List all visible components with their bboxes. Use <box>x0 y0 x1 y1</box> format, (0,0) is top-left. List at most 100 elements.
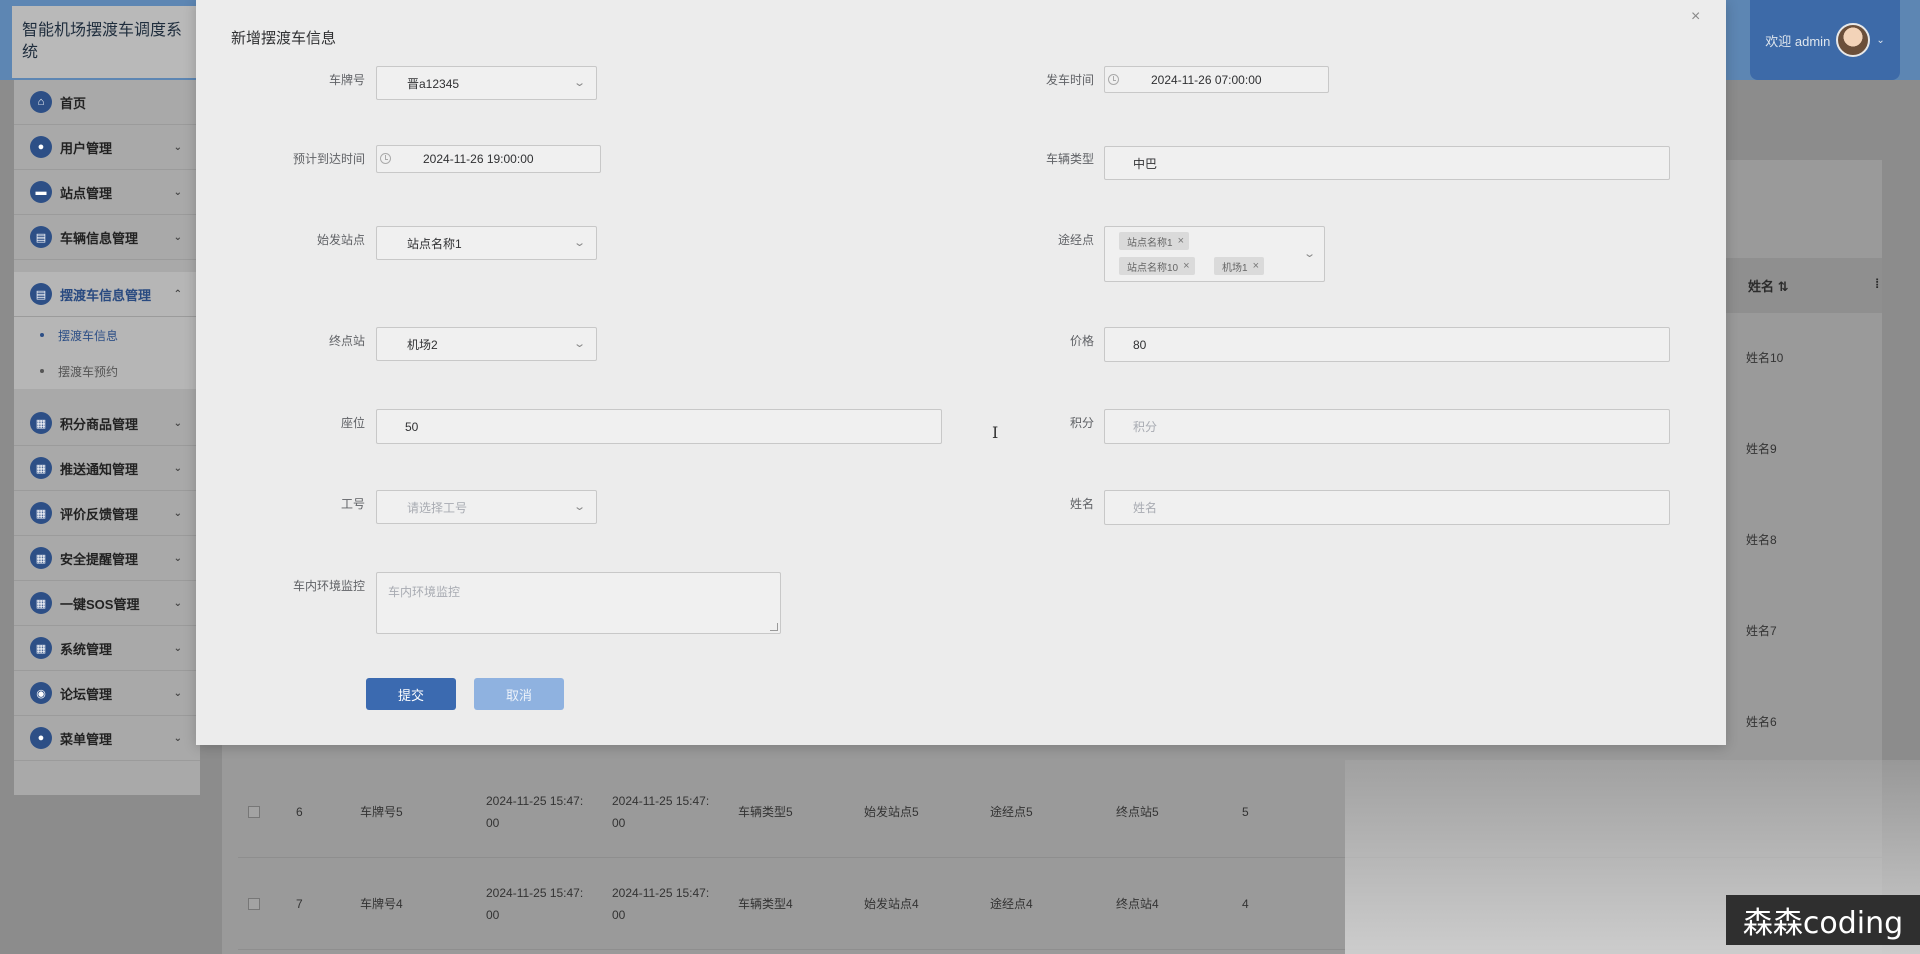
sidebar-item-feedback[interactable]: ▦ 评价反馈管理 ⌄ <box>14 491 200 536</box>
sidebar-item-label: 菜单管理 <box>60 731 113 747</box>
row-arrive-time: 2024-11-25 15:47: 00 <box>612 886 710 922</box>
vehicle-icon: ▤ <box>30 226 52 248</box>
table-cell-name: 姓名9 <box>1746 442 1777 456</box>
sidebar-item-menu[interactable]: ● 菜单管理 ⌄ <box>14 716 200 761</box>
depart-time-picker[interactable]: 2024-11-26 07:00:00 <box>1104 66 1329 93</box>
row-plate: 车牌号4 <box>360 897 403 911</box>
arrive-time-picker[interactable]: 2024-11-26 19:00:00 <box>376 145 601 173</box>
start-station-label: 始发站点 <box>316 233 365 247</box>
chevron-down-icon: ⌄ <box>173 417 182 429</box>
name-input[interactable]: 姓名 <box>1104 490 1670 525</box>
sidebar-item-system[interactable]: ▦ 系统管理 ⌄ <box>14 626 200 671</box>
work-no-label: 工号 <box>340 497 365 511</box>
name-placeholder: 姓名 <box>1133 501 1158 515</box>
sidebar-item-label: 积分商品管理 <box>60 416 139 432</box>
sidebar-item-label: 首页 <box>60 95 87 111</box>
sidebar-item-label: 一键SOS管理 <box>60 596 140 612</box>
sidebar-item-vehicles[interactable]: ▤ 车辆信息管理 ⌄ <box>14 215 200 260</box>
depart-time-value: 2024-11-26 07:00:00 <box>1151 72 1262 87</box>
safety-icon: ▦ <box>30 547 52 569</box>
points-placeholder: 积分 <box>1133 420 1158 434</box>
end-station-value: 机场2 <box>407 337 438 352</box>
chevron-down-icon: ⌄ <box>1876 34 1885 46</box>
work-no-placeholder: 请选择工号 <box>407 500 468 515</box>
system-icon: ▦ <box>30 637 52 659</box>
station-icon: ▬ <box>30 181 52 203</box>
sidebar-item-label: 推送通知管理 <box>60 461 139 477</box>
sos-icon: ▦ <box>30 592 52 614</box>
add-shuttle-dialog: 新增摆渡车信息 × 车牌号 晋a12345 ⌄ 发车时间 2024-11-26 … <box>196 0 1726 745</box>
resize-handle-icon[interactable] <box>770 623 778 631</box>
submit-button[interactable]: 提交 <box>366 678 456 710</box>
chevron-up-icon: ⌃ <box>173 288 182 300</box>
chevron-down-icon: ⌄ <box>173 732 182 744</box>
sidebar-item-home[interactable]: ⌂ 首页 <box>14 80 200 125</box>
sidebar-subitem-shuttle-booking[interactable]: 摆渡车预约 <box>14 353 200 389</box>
shuttle-icon: ▤ <box>30 283 52 305</box>
sidebar-item-safety[interactable]: ▦ 安全提醒管理 ⌄ <box>14 536 200 581</box>
sidebar-item-points-goods[interactable]: ▦ 积分商品管理 ⌄ <box>14 401 200 446</box>
env-monitor-placeholder: 车内环境监控 <box>388 585 461 599</box>
end-station-select[interactable]: 机场2 ⌄ <box>376 327 597 361</box>
env-monitor-textarea[interactable]: 车内环境监控 <box>376 572 781 634</box>
row-price: 5 <box>1242 805 1249 819</box>
sidebar-item-notifications[interactable]: ▦ 推送通知管理 ⌄ <box>14 446 200 491</box>
clock-icon <box>1108 73 1119 85</box>
tag-close-icon[interactable]: × <box>1253 260 1259 272</box>
row-checkbox[interactable] <box>248 898 260 910</box>
sidebar-item-label: 用户管理 <box>60 140 113 156</box>
via-points-multiselect[interactable]: 站点名称1 × 站点名称10 × 机场1 × ⌄ <box>1104 226 1325 282</box>
sidebar-item-label: 站点管理 <box>60 185 113 201</box>
start-station-value: 站点名称1 <box>407 236 462 251</box>
user-menu[interactable]: 欢迎 admin ⌄ <box>1750 0 1900 80</box>
via-point-tag: 站点名称1 × <box>1119 232 1189 250</box>
column-header-more: ⁞ <box>1875 276 1880 291</box>
via-point-tag: 机场1 × <box>1214 257 1264 275</box>
plate-label: 车牌号 <box>328 73 365 87</box>
points-goods-icon: ▦ <box>30 412 52 434</box>
chevron-down-icon: ⌄ <box>173 552 182 564</box>
sidebar-item-users[interactable]: ● 用户管理 ⌄ <box>14 125 200 170</box>
price-value: 80 <box>1133 337 1147 352</box>
row-arrive-time: 2024-11-25 15:47: 00 <box>612 794 710 830</box>
user-icon: ● <box>30 136 52 158</box>
end-station-label: 终点站 <box>328 334 365 348</box>
vehicle-type-value: 中巴 <box>1133 156 1158 171</box>
start-station-select[interactable]: 站点名称1 ⌄ <box>376 226 597 260</box>
seats-value: 50 <box>405 419 419 434</box>
work-no-select[interactable]: 请选择工号 ⌄ <box>376 490 597 524</box>
plate-select[interactable]: 晋a12345 ⌄ <box>376 66 597 100</box>
vehicle-type-label: 车辆类型 <box>1045 152 1094 166</box>
sidebar-subitem-label: 摆渡车信息 <box>58 328 119 343</box>
price-input[interactable]: 80 <box>1104 327 1670 362</box>
tag-close-icon[interactable]: × <box>1183 260 1189 272</box>
via-point-tag: 站点名称10 × <box>1119 257 1195 275</box>
sidebar-subitem-shuttle-info[interactable]: 摆渡车信息 <box>14 317 200 353</box>
points-input[interactable]: 积分 <box>1104 409 1670 444</box>
seats-input[interactable]: 50 <box>376 409 942 444</box>
row-price: 4 <box>1242 897 1249 911</box>
row-end: 终点站4 <box>1116 897 1159 911</box>
vehicle-type-input[interactable]: 中巴 <box>1104 146 1670 180</box>
sidebar-item-forum[interactable]: ◉ 论坛管理 ⌄ <box>14 671 200 716</box>
sidebar-item-sos[interactable]: ▦ 一键SOS管理 ⌄ <box>14 581 200 626</box>
row-depart-time: 2024-11-25 15:47: 00 <box>486 886 584 922</box>
name-label: 姓名 <box>1069 497 1094 511</box>
table-cell-name: 姓名6 <box>1746 715 1777 729</box>
row-checkbox[interactable] <box>248 806 260 818</box>
close-icon[interactable]: × <box>1691 8 1700 26</box>
sidebar-item-stations[interactable]: ▬ 站点管理 ⌄ <box>14 170 200 215</box>
row-index: 7 <box>296 897 303 911</box>
via-points-label: 途经点 <box>1057 233 1094 247</box>
cancel-button[interactable]: 取消 <box>474 678 564 710</box>
tag-close-icon[interactable]: × <box>1178 235 1184 247</box>
price-label: 价格 <box>1069 334 1094 348</box>
forum-icon: ◉ <box>30 682 52 704</box>
sidebar-item-shuttle-management[interactable]: ▤ 摆渡车信息管理 ⌃ <box>14 272 200 317</box>
chevron-down-icon: ⌄ <box>173 597 182 609</box>
column-header-name[interactable]: 姓名 ⇅ <box>1748 276 1789 295</box>
sidebar-item-label: 摆渡车信息管理 <box>60 287 152 303</box>
menu-icon: ● <box>30 727 52 749</box>
feedback-icon: ▦ <box>30 502 52 524</box>
avatar[interactable] <box>1836 23 1871 57</box>
